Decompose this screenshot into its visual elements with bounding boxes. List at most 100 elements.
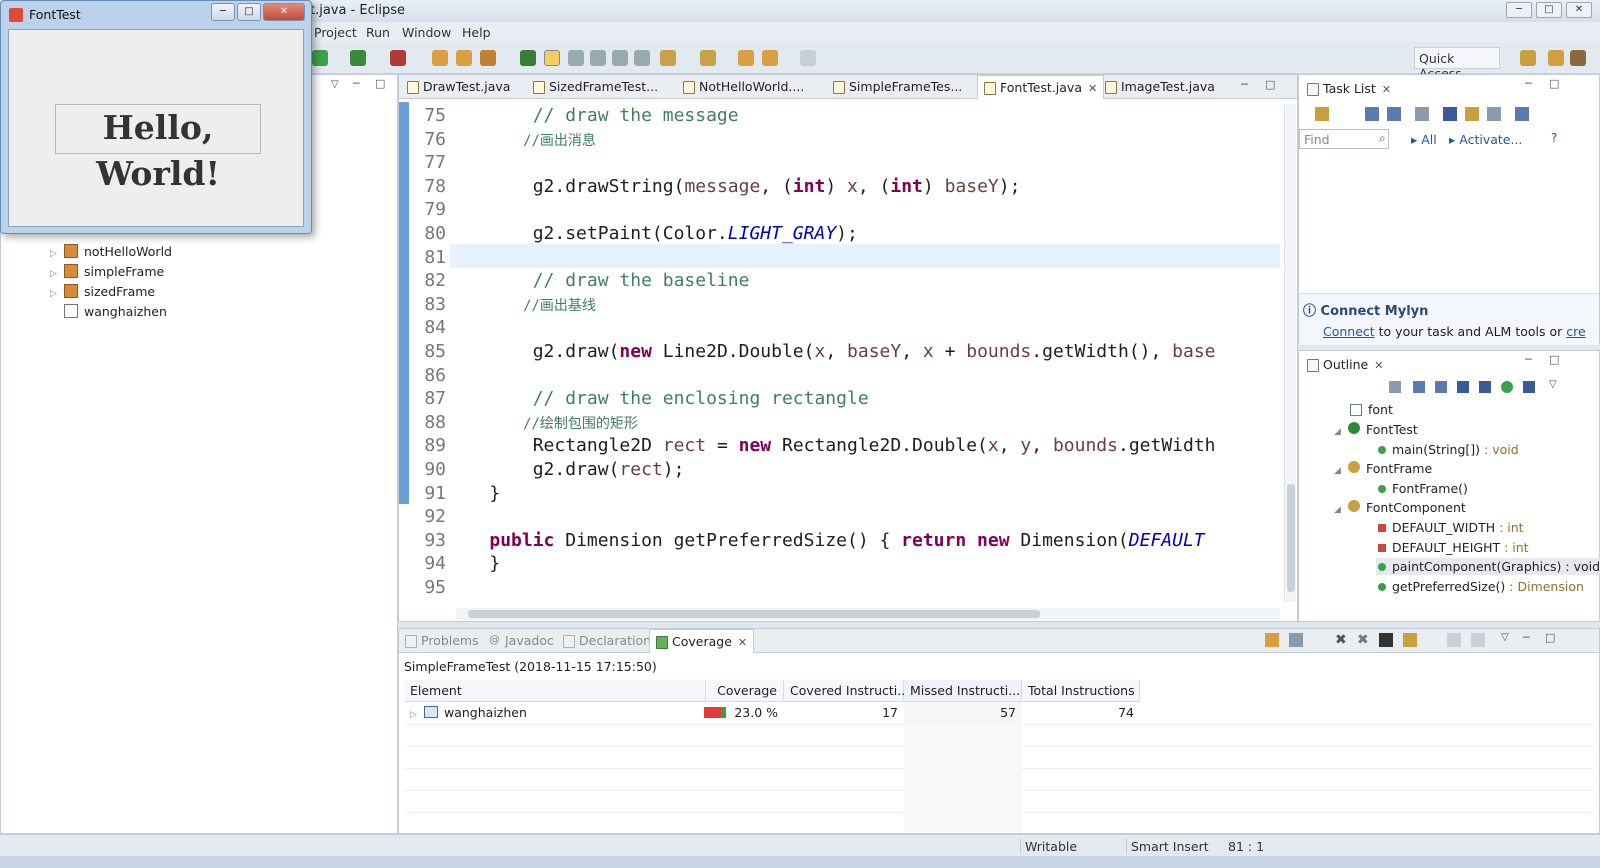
new-task-icon[interactable]: [1315, 107, 1329, 121]
open-type-icon[interactable]: [432, 50, 448, 66]
minimize-view-icon[interactable]: ─: [353, 77, 360, 90]
all-filter-link[interactable]: ▸ All: [1411, 132, 1437, 147]
close-tab-icon[interactable]: ✕: [1088, 82, 1097, 95]
close-outline-icon[interactable]: ✕: [1374, 359, 1383, 372]
minimize-view-icon[interactable]: ─: [1525, 353, 1532, 366]
sync-icon[interactable]: [1415, 107, 1429, 121]
code-line[interactable]: 78 g2.drawString(message, (int) x, (int)…: [410, 175, 1020, 199]
link-editor-icon[interactable]: [1471, 633, 1485, 647]
expand-arrow-icon[interactable]: ▷: [50, 289, 60, 299]
tab-coverage[interactable]: Coverage ✕: [649, 629, 755, 653]
minimize-editor-icon[interactable]: ─: [1241, 78, 1248, 91]
remove-all-sessions-icon[interactable]: ✖: [1357, 632, 1369, 648]
code-line[interactable]: 93 public Dimension getPreferredSize() {…: [410, 529, 1204, 553]
code-line[interactable]: 81: [410, 246, 489, 270]
hide-local-types-icon[interactable]: [1523, 381, 1535, 393]
vertical-scroll-thumb[interactable]: [1287, 484, 1295, 592]
view-menu-icon[interactable]: ▽: [1549, 379, 1557, 390]
mark-occurrences-icon[interactable]: [544, 50, 560, 66]
connect-link[interactable]: Connect: [1323, 324, 1375, 339]
external-tools-icon[interactable]: [390, 50, 406, 66]
close-coverage-icon[interactable]: ✕: [738, 636, 747, 649]
code-line[interactable]: 85 g2.draw(new Line2D.Double(x, baseY, x…: [410, 340, 1215, 364]
tree-item-simpleframe[interactable]: ▷ simpleFrame: [50, 264, 164, 279]
tab-declaration[interactable]: Declaration: [557, 629, 657, 653]
collapse-icon[interactable]: [1413, 381, 1425, 393]
code-line[interactable]: 80 g2.setPaint(Color.LIGHT_GRAY);: [410, 222, 858, 246]
horizontal-scroll-thumb[interactable]: [468, 610, 1040, 618]
last-edit-icon[interactable]: [738, 50, 754, 66]
code-line[interactable]: 83 //画出基线: [410, 293, 596, 317]
hide-nonpublic-icon[interactable]: [1501, 381, 1513, 393]
collapse-arrow-icon[interactable]: ◢: [1334, 466, 1344, 476]
menu-help[interactable]: Help: [462, 25, 491, 40]
coverage-run-icon[interactable]: [350, 50, 366, 66]
dump-icon[interactable]: [1289, 633, 1303, 647]
maximize-view-icon[interactable]: □: [1549, 77, 1559, 90]
minimize-button[interactable]: ─: [1506, 2, 1532, 18]
categorized-icon[interactable]: [1365, 107, 1379, 121]
open-perspective-icon[interactable]: [1520, 50, 1536, 66]
view-menu-icon[interactable]: ▽: [331, 79, 339, 90]
run-icon[interactable]: [312, 50, 328, 66]
fonttest-minimize-button[interactable]: ─: [211, 3, 235, 21]
maximize-view-icon[interactable]: □: [1545, 631, 1555, 644]
fonttest-window[interactable]: FontTest ─ □ ✕ Hello, World!: [0, 0, 312, 234]
maximize-editor-icon[interactable]: □: [1265, 78, 1275, 91]
expand-arrow-icon[interactable]: ▷: [50, 269, 60, 279]
word-wrap-icon[interactable]: [612, 50, 628, 66]
tab-fonttest[interactable]: FontTest.java ✕: [977, 75, 1105, 99]
merge-sessions-icon[interactable]: [1379, 633, 1393, 647]
outline-item-fontframe-ctor[interactable]: FontFrame(): [1378, 481, 1468, 496]
focus-icon[interactable]: [1465, 107, 1479, 121]
code-line[interactable]: 92: [410, 505, 489, 529]
code-line[interactable]: 76 //画出消息: [410, 128, 596, 152]
collapse-arrow-icon[interactable]: ◢: [1334, 505, 1344, 515]
col-coverage[interactable]: Coverage: [706, 680, 784, 702]
code-line[interactable]: 94 }: [410, 552, 500, 576]
code-line[interactable]: 84: [410, 316, 489, 340]
code-line[interactable]: 75 // draw the message: [410, 104, 738, 128]
menu-run[interactable]: Run: [366, 25, 390, 40]
filter-icon[interactable]: [1443, 107, 1457, 121]
sync-tasks-icon[interactable]: [1515, 107, 1529, 121]
tab-simpleframetest[interactable]: SimpleFrameTes...: [827, 75, 968, 99]
open-task-icon[interactable]: [456, 50, 472, 66]
outline-item-fonttest[interactable]: ◢ FontTest: [1334, 422, 1418, 437]
code-line[interactable]: 79: [410, 198, 489, 222]
show-whitespace-icon[interactable]: [590, 50, 606, 66]
forward-icon[interactable]: [800, 50, 816, 66]
next-annotation-icon[interactable]: [660, 50, 676, 66]
menu-project[interactable]: Project: [314, 25, 357, 40]
collapse-all-icon[interactable]: [1447, 633, 1461, 647]
outline-item-font[interactable]: font: [1350, 402, 1393, 417]
select-session-icon[interactable]: [1403, 633, 1417, 647]
relaunch-icon[interactable]: [1265, 633, 1279, 647]
col-missed[interactable]: Missed Instructi...: [904, 680, 1022, 702]
code-line[interactable]: 77: [410, 151, 489, 175]
sort-icon[interactable]: [1389, 381, 1401, 393]
task-find-input[interactable]: Find: [1299, 129, 1389, 149]
scheduled-icon[interactable]: [1387, 107, 1401, 121]
col-total[interactable]: Total Instructions: [1022, 680, 1140, 702]
expand-arrow-icon[interactable]: ▷: [410, 710, 420, 720]
tab-nothelloworld[interactable]: NotHelloWorld....: [677, 75, 810, 99]
tab-outline[interactable]: Outline ✕: [1301, 353, 1390, 377]
code-line[interactable]: 86: [410, 364, 489, 388]
table-row[interactable]: ▷ wanghaizhen: [404, 702, 706, 724]
outline-item-default-height[interactable]: DEFAULT_HEIGHT : int: [1378, 540, 1529, 555]
minimize-view-icon[interactable]: ─: [1523, 631, 1530, 644]
close-button[interactable]: ✕: [1566, 2, 1592, 18]
maximize-button[interactable]: □: [1536, 2, 1562, 18]
quick-access-field[interactable]: Quick Access: [1414, 47, 1500, 81]
code-line[interactable]: 95: [410, 576, 489, 600]
tree-item-sizedframe[interactable]: ▷ sizedFrame: [50, 284, 155, 299]
outline-item-default-width[interactable]: DEFAULT_WIDTH : int: [1378, 520, 1524, 535]
fonttest-maximize-button[interactable]: □: [237, 3, 261, 21]
tree-item-nothelloworld[interactable]: ▷ notHelloWorld: [50, 244, 172, 259]
block-selection-icon[interactable]: [568, 50, 584, 66]
outline-item-fontcomponent[interactable]: ◢ FontComponent: [1334, 500, 1466, 515]
collapse-all-icon[interactable]: [1487, 107, 1501, 121]
back-icon[interactable]: [762, 50, 778, 66]
java-perspective-icon[interactable]: [1548, 50, 1564, 66]
